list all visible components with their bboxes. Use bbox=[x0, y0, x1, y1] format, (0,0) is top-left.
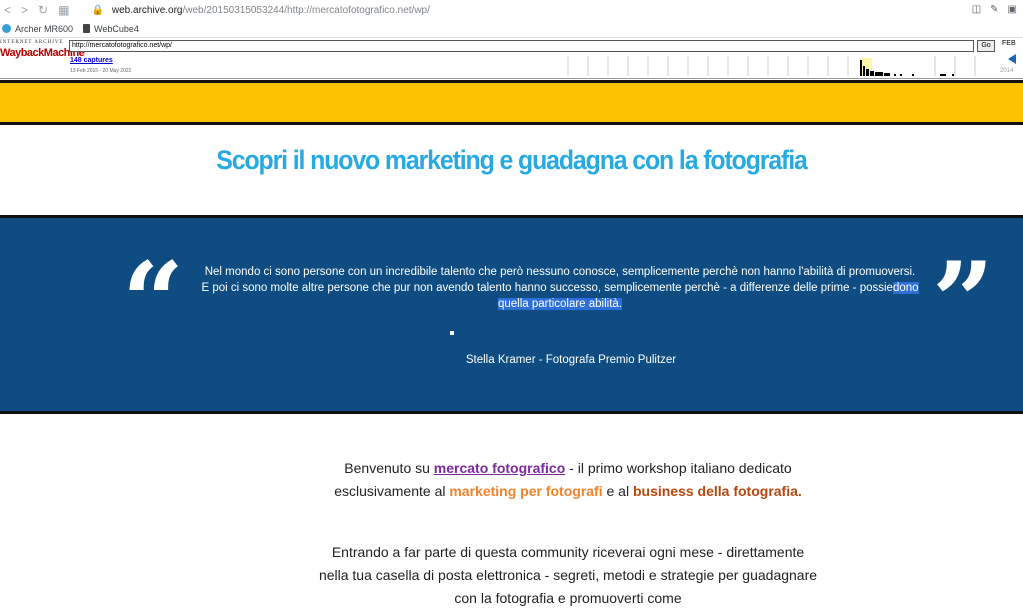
quote-highlight: dono bbox=[892, 282, 919, 294]
browser-actions: ◫ ✎ ▣ bbox=[972, 4, 1017, 15]
quote-text: Nel mondo ci sono persone con un incredi… bbox=[190, 264, 930, 312]
header-band bbox=[0, 80, 1023, 125]
wayback-logo-top: INTERNET ARCHIVE bbox=[0, 40, 64, 45]
bookmark-archer[interactable]: Archer MR600 bbox=[2, 24, 73, 34]
wayback-go-button[interactable]: Go bbox=[977, 40, 995, 52]
captures-sparkline[interactable] bbox=[560, 56, 1000, 76]
bookmarks-bar: Archer MR600 WebCube4 bbox=[0, 20, 1023, 38]
share-icon[interactable]: ✎ bbox=[990, 4, 998, 15]
community-text: Entrando a far parte di questa community… bbox=[318, 544, 805, 583]
wayback-logo[interactable]: INTERNET ARCHIVE WaybackMachine bbox=[0, 40, 85, 76]
open-quote-icon: “ bbox=[122, 239, 185, 365]
quote-highlight-end: quella particolare abilità. bbox=[497, 298, 623, 310]
intro-text: e al bbox=[602, 483, 633, 499]
bookmark-label: Archer MR600 bbox=[15, 23, 74, 34]
quote-line-2: E poi ci sono molte altre persone che pu… bbox=[201, 282, 893, 294]
url-host: web.archive.org bbox=[111, 4, 183, 16]
captures-link[interactable]: 148 captures bbox=[70, 57, 113, 64]
captures-range: 13 Feb 2015 - 20 May 2022 bbox=[70, 68, 132, 74]
wayback-toolbar: INTERNET ARCHIVE WaybackMachine http://m… bbox=[0, 38, 1023, 79]
lock-icon: 🔒 bbox=[91, 4, 104, 16]
screenshot-icon[interactable]: ▣ bbox=[1008, 4, 1017, 15]
prev-capture-icon[interactable] bbox=[1008, 54, 1016, 64]
quote-author: Stella Kramer - Fotografa Premio Pulitze… bbox=[465, 354, 677, 366]
mercato-fotografico-link[interactable]: mercato fotografico bbox=[434, 460, 565, 476]
promuoverti-highlight: promuoverti come bbox=[569, 590, 682, 606]
community-paragraph: Entrando a far parte di questa community… bbox=[318, 541, 818, 610]
close-quote-icon: ” bbox=[932, 239, 995, 365]
address-bar[interactable]: 🔒 web.archive.org /web/20150315053244/ht… bbox=[91, 5, 429, 16]
router-icon bbox=[2, 24, 11, 33]
url-path: /web/20150315053244/http://mercatofotogr… bbox=[182, 4, 430, 16]
apps-icon[interactable]: ▦ bbox=[58, 3, 69, 17]
browser-nav: < > ↻ ▦ bbox=[0, 3, 69, 17]
page-icon bbox=[83, 24, 91, 33]
community-text: e bbox=[554, 590, 570, 606]
bookmark-webcube[interactable]: WebCube4 bbox=[83, 24, 139, 34]
back-icon[interactable]: < bbox=[4, 3, 11, 17]
page-title: Scopri il nuovo marketing e guadagna con… bbox=[216, 145, 808, 175]
quote-line-1: Nel mondo ci sono persone con un incredi… bbox=[204, 266, 916, 278]
browser-toolbar: < > ↻ ▦ 🔒 web.archive.org /web/201503150… bbox=[0, 0, 1023, 20]
calendar-month[interactable]: FEB bbox=[1002, 40, 1016, 47]
bookmark-label: WebCube4 bbox=[94, 23, 139, 34]
wayback-logo-main: WaybackMachine bbox=[0, 47, 85, 59]
intro-paragraph: Benvenuto su mercato fotografico - il pr… bbox=[318, 457, 818, 503]
intro-text: Benvenuto su bbox=[344, 460, 434, 476]
reload-icon[interactable]: ↻ bbox=[38, 3, 48, 17]
reader-icon[interactable]: ◫ bbox=[972, 4, 981, 15]
quote-dot bbox=[450, 331, 454, 335]
forward-icon[interactable]: > bbox=[21, 3, 28, 17]
wayback-url-input[interactable]: http://mercatofotografico.net/wp/ bbox=[69, 40, 974, 52]
business-highlight: business della fotografia. bbox=[632, 483, 802, 499]
calendar-year[interactable]: 2014 bbox=[1000, 68, 1013, 74]
marketing-highlight: marketing per fotografi bbox=[449, 483, 603, 499]
